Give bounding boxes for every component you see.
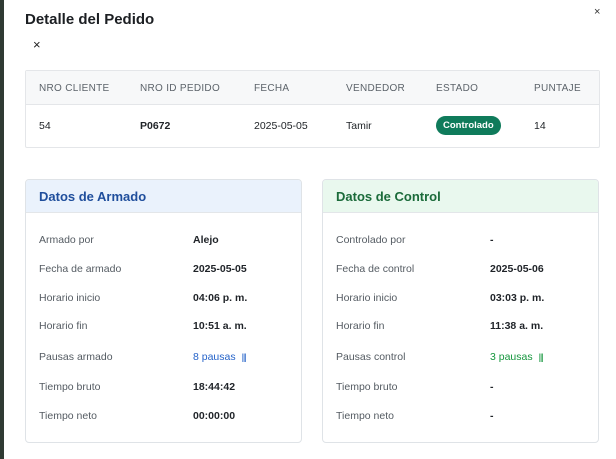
close-icon[interactable]: ×: [594, 7, 600, 18]
header-estado: ESTADO: [436, 83, 479, 94]
control-row-tiempo-neto: Tiempo neto -: [323, 407, 598, 427]
header-nro-id-pedido: NRO ID PEDIDO: [140, 83, 221, 94]
row-value: 2025-05-06: [490, 263, 544, 275]
row-label: Pausas armado: [39, 351, 113, 363]
control-row-tiempo-bruto: Tiempo bruto -: [323, 378, 598, 398]
row-label: Tiempo bruto: [336, 381, 398, 393]
order-summary-table: NRO CLIENTE NRO ID PEDIDO FECHA VENDEDOR…: [25, 70, 600, 148]
armado-row-horario-fin: Horario fin 10:51 a. m.: [26, 317, 301, 337]
control-row-fecha: Fecha de control 2025-05-06: [323, 260, 598, 280]
armado-row-tiempo-bruto: Tiempo bruto 18:44:42: [26, 378, 301, 398]
armado-panel-title: Datos de Armado: [39, 189, 147, 204]
pause-bars-icon: |||: [241, 352, 247, 362]
cell-vendedor: Tamir: [346, 120, 372, 132]
header-puntaje: PUNTAJE: [534, 83, 581, 94]
cell-cliente: 54: [39, 120, 51, 132]
row-value: 04:06 p. m.: [193, 292, 248, 304]
control-panel: Datos de Control Controlado por - Fecha …: [322, 179, 599, 443]
row-label: Tiempo bruto: [39, 381, 101, 393]
armado-row-fecha: Fecha de armado 2025-05-05: [26, 260, 301, 280]
control-row-horario-inicio: Horario inicio 03:03 p. m.: [323, 289, 598, 309]
close-button[interactable]: ×: [33, 38, 41, 51]
control-panel-title: Datos de Control: [336, 189, 441, 204]
header-nro-cliente: NRO CLIENTE: [39, 83, 110, 94]
row-value: 00:00:00: [193, 410, 236, 422]
row-label: Horario fin: [39, 320, 88, 332]
row-label: Fecha de control: [336, 263, 415, 275]
cell-fecha: 2025-05-05: [254, 120, 308, 132]
row-value: -: [490, 410, 494, 422]
row-label: Pausas control: [336, 351, 406, 363]
row-value: 11:38 a. m.: [490, 320, 544, 332]
row-value: -: [490, 234, 494, 246]
row-label: Fecha de armado: [39, 263, 122, 275]
row-value: 03:03 p. m.: [490, 292, 545, 304]
row-label: Armado por: [39, 234, 94, 246]
table-header: NRO CLIENTE NRO ID PEDIDO FECHA VENDEDOR…: [26, 71, 599, 105]
order-detail-modal: Detalle del Pedido × × NRO CLIENTE NRO I…: [4, 0, 616, 459]
row-label: Controlado por: [336, 234, 406, 246]
row-label: Horario fin: [336, 320, 385, 332]
armado-row-pausas: Pausas armado 8 pausas |||: [26, 348, 301, 368]
armado-panel: Datos de Armado Armado por Alejo Fecha d…: [25, 179, 302, 443]
row-value: 18:44:42: [193, 381, 236, 393]
armado-panel-header: Datos de Armado: [26, 180, 301, 213]
row-value: 10:51 a. m.: [193, 320, 247, 332]
row-label: Tiempo neto: [39, 410, 97, 422]
control-row-horario-fin: Horario fin 11:38 a. m.: [323, 317, 598, 337]
pausas-count: 3 pausas: [490, 351, 533, 363]
control-row-pausas: Pausas control 3 pausas |||: [323, 348, 598, 368]
header-vendedor: VENDEDOR: [346, 83, 406, 94]
armado-row-tiempo-neto: Tiempo neto 00:00:00: [26, 407, 301, 427]
armado-row-horario-inicio: Horario inicio 04:06 p. m.: [26, 289, 301, 309]
pause-bars-icon: |||: [538, 352, 544, 362]
row-label: Horario inicio: [336, 292, 398, 304]
control-panel-header: Datos de Control: [323, 180, 598, 213]
row-label: Horario inicio: [39, 292, 101, 304]
armado-row-armado-por: Armado por Alejo: [26, 231, 301, 251]
row-value: Alejo: [193, 234, 219, 246]
cell-pedido: P0672: [140, 120, 171, 132]
header-fecha: FECHA: [254, 83, 290, 94]
control-row-controlado-por: Controlado por -: [323, 231, 598, 251]
row-value: 2025-05-05: [193, 263, 247, 275]
cell-puntaje: 14: [534, 120, 546, 132]
status-badge: Controlado: [436, 116, 501, 135]
row-label: Tiempo neto: [336, 410, 394, 422]
table-row: 54 P0672 2025-05-05 Tamir Controlado 14: [26, 105, 599, 147]
pausas-armado-link[interactable]: 8 pausas |||: [193, 351, 247, 363]
pausas-control-link[interactable]: 3 pausas |||: [490, 351, 544, 363]
modal-title: Detalle del Pedido: [25, 11, 155, 28]
row-value: -: [490, 381, 494, 393]
pausas-count: 8 pausas: [193, 351, 236, 363]
